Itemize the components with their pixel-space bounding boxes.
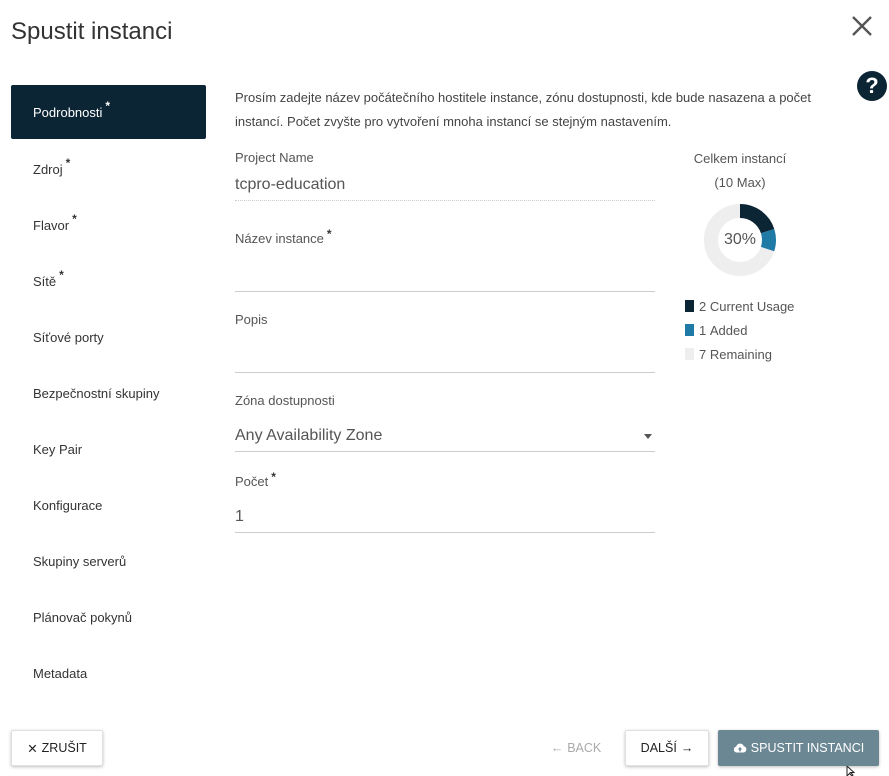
step-network-ports[interactable]: Síťové porty [11, 309, 206, 365]
step-label: Zdroj [33, 161, 63, 177]
launch-label: SPUSTIT INSTANCI [750, 741, 865, 755]
step-label: Sítě [33, 273, 57, 289]
launch-instance-button[interactable]: SPUSTIT INSTANCI [718, 730, 879, 766]
legend-label: Added [709, 322, 748, 338]
required-star: * [105, 99, 111, 113]
stats-title: Celkem instancí [693, 151, 787, 166]
step-label: Plánovač pokynů [33, 609, 133, 625]
step-flavor[interactable]: Flavor * [11, 197, 206, 253]
project-name-field: Project Name [235, 150, 655, 201]
count-field: Počet * [235, 470, 655, 533]
availability-zone-label: Zóna dostupnosti [235, 393, 335, 408]
close-button[interactable] [848, 12, 876, 40]
instance-name-input[interactable] [235, 260, 655, 292]
legend-label: Remaining [709, 346, 773, 362]
arrow-left-icon: ← [550, 741, 564, 755]
next-label: DALŠÍ [640, 741, 677, 755]
step-label: Podrobnosti [33, 104, 103, 120]
legend-swatch [685, 348, 694, 360]
legend-swatch [685, 300, 694, 312]
step-configuration[interactable]: Konfigurace [11, 477, 206, 533]
required-star: * [271, 470, 276, 484]
close-icon: ✕ [27, 741, 38, 756]
required-star: * [65, 156, 71, 170]
stats-legend: 2 Current Usage 1 Added 7 Remaining [685, 294, 794, 366]
step-label: Metadata [33, 665, 88, 681]
legend-current-usage: 2 Current Usage [685, 294, 794, 318]
description-field: Popis [235, 312, 655, 373]
instance-name-field: Název instance * [235, 227, 655, 292]
step-label: Key Pair [33, 441, 83, 457]
availability-zone-field: Zóna dostupnosti Any Availability Zone [235, 393, 655, 452]
instance-name-label: Název instance [235, 231, 324, 246]
count-input[interactable] [235, 501, 655, 533]
step-security-groups[interactable]: Bezpečnostní skupiny [11, 365, 206, 421]
next-button[interactable]: DALŠÍ → [625, 730, 709, 766]
step-scheduler-hints[interactable]: Plánovač pokynů [11, 589, 206, 645]
wizard-steps-sidebar: Podrobnosti * Zdroj * Flavor * Sítě * Síťové… [11, 85, 206, 701]
cancel-label: ZRUŠIT [41, 741, 87, 755]
step-label: Konfigurace [33, 497, 103, 513]
step-details[interactable]: Podrobnosti * [11, 85, 206, 139]
description-input[interactable] [235, 341, 655, 373]
project-name-input [235, 169, 655, 201]
legend-count: 2 [699, 298, 707, 314]
step-label: Síťové porty [33, 329, 104, 345]
cancel-button[interactable]: ✕ ZRUŠIT [11, 730, 103, 766]
question-icon: ? [865, 73, 879, 98]
legend-added: 1 Added [685, 318, 794, 342]
availability-zone-select[interactable]: Any Availability Zone [235, 420, 655, 452]
project-name-label: Project Name [235, 150, 314, 165]
instance-stats: Celkem instancí (10 Max) [680, 147, 800, 195]
step-label: Skupiny serverů [33, 553, 127, 569]
cloud-upload-icon [733, 742, 747, 754]
legend-remaining: 7 Remaining [685, 342, 794, 366]
legend-swatch [685, 324, 694, 336]
help-button[interactable]: ? [857, 71, 887, 101]
close-icon [852, 16, 872, 36]
step-key-pair[interactable]: Key Pair [11, 421, 206, 477]
donut-percent: 30% [723, 231, 757, 248]
back-button[interactable]: ← BACK [540, 730, 612, 766]
description-label: Popis [235, 312, 268, 327]
stats-max: (10 Max) [714, 175, 766, 190]
step-label: Flavor [33, 217, 70, 233]
legend-count: 1 [699, 322, 707, 338]
dialog-title: Spustit instanci [11, 18, 173, 45]
required-star: * [59, 268, 64, 282]
availability-zone-value: Any Availability Zone [235, 420, 655, 452]
mouse-cursor-icon [846, 766, 856, 776]
back-label: BACK [567, 741, 602, 755]
step-metadata[interactable]: Metadata [11, 645, 206, 701]
required-star: * [326, 227, 332, 241]
intro-text: Prosím zadejte název počátečního hostite… [235, 90, 811, 129]
caret-down-icon [644, 434, 652, 439]
arrow-right-icon: → [680, 741, 694, 755]
step-server-groups[interactable]: Skupiny serverů [11, 533, 206, 589]
legend-label: Current Usage [709, 298, 795, 314]
step-source[interactable]: Zdroj * [11, 141, 206, 197]
legend-count: 7 [699, 346, 707, 362]
required-star: * [72, 212, 77, 226]
count-label: Počet [235, 474, 269, 489]
step-label: Bezpečnostní skupiny [33, 385, 160, 401]
step-networks[interactable]: Sítě * [11, 253, 206, 309]
